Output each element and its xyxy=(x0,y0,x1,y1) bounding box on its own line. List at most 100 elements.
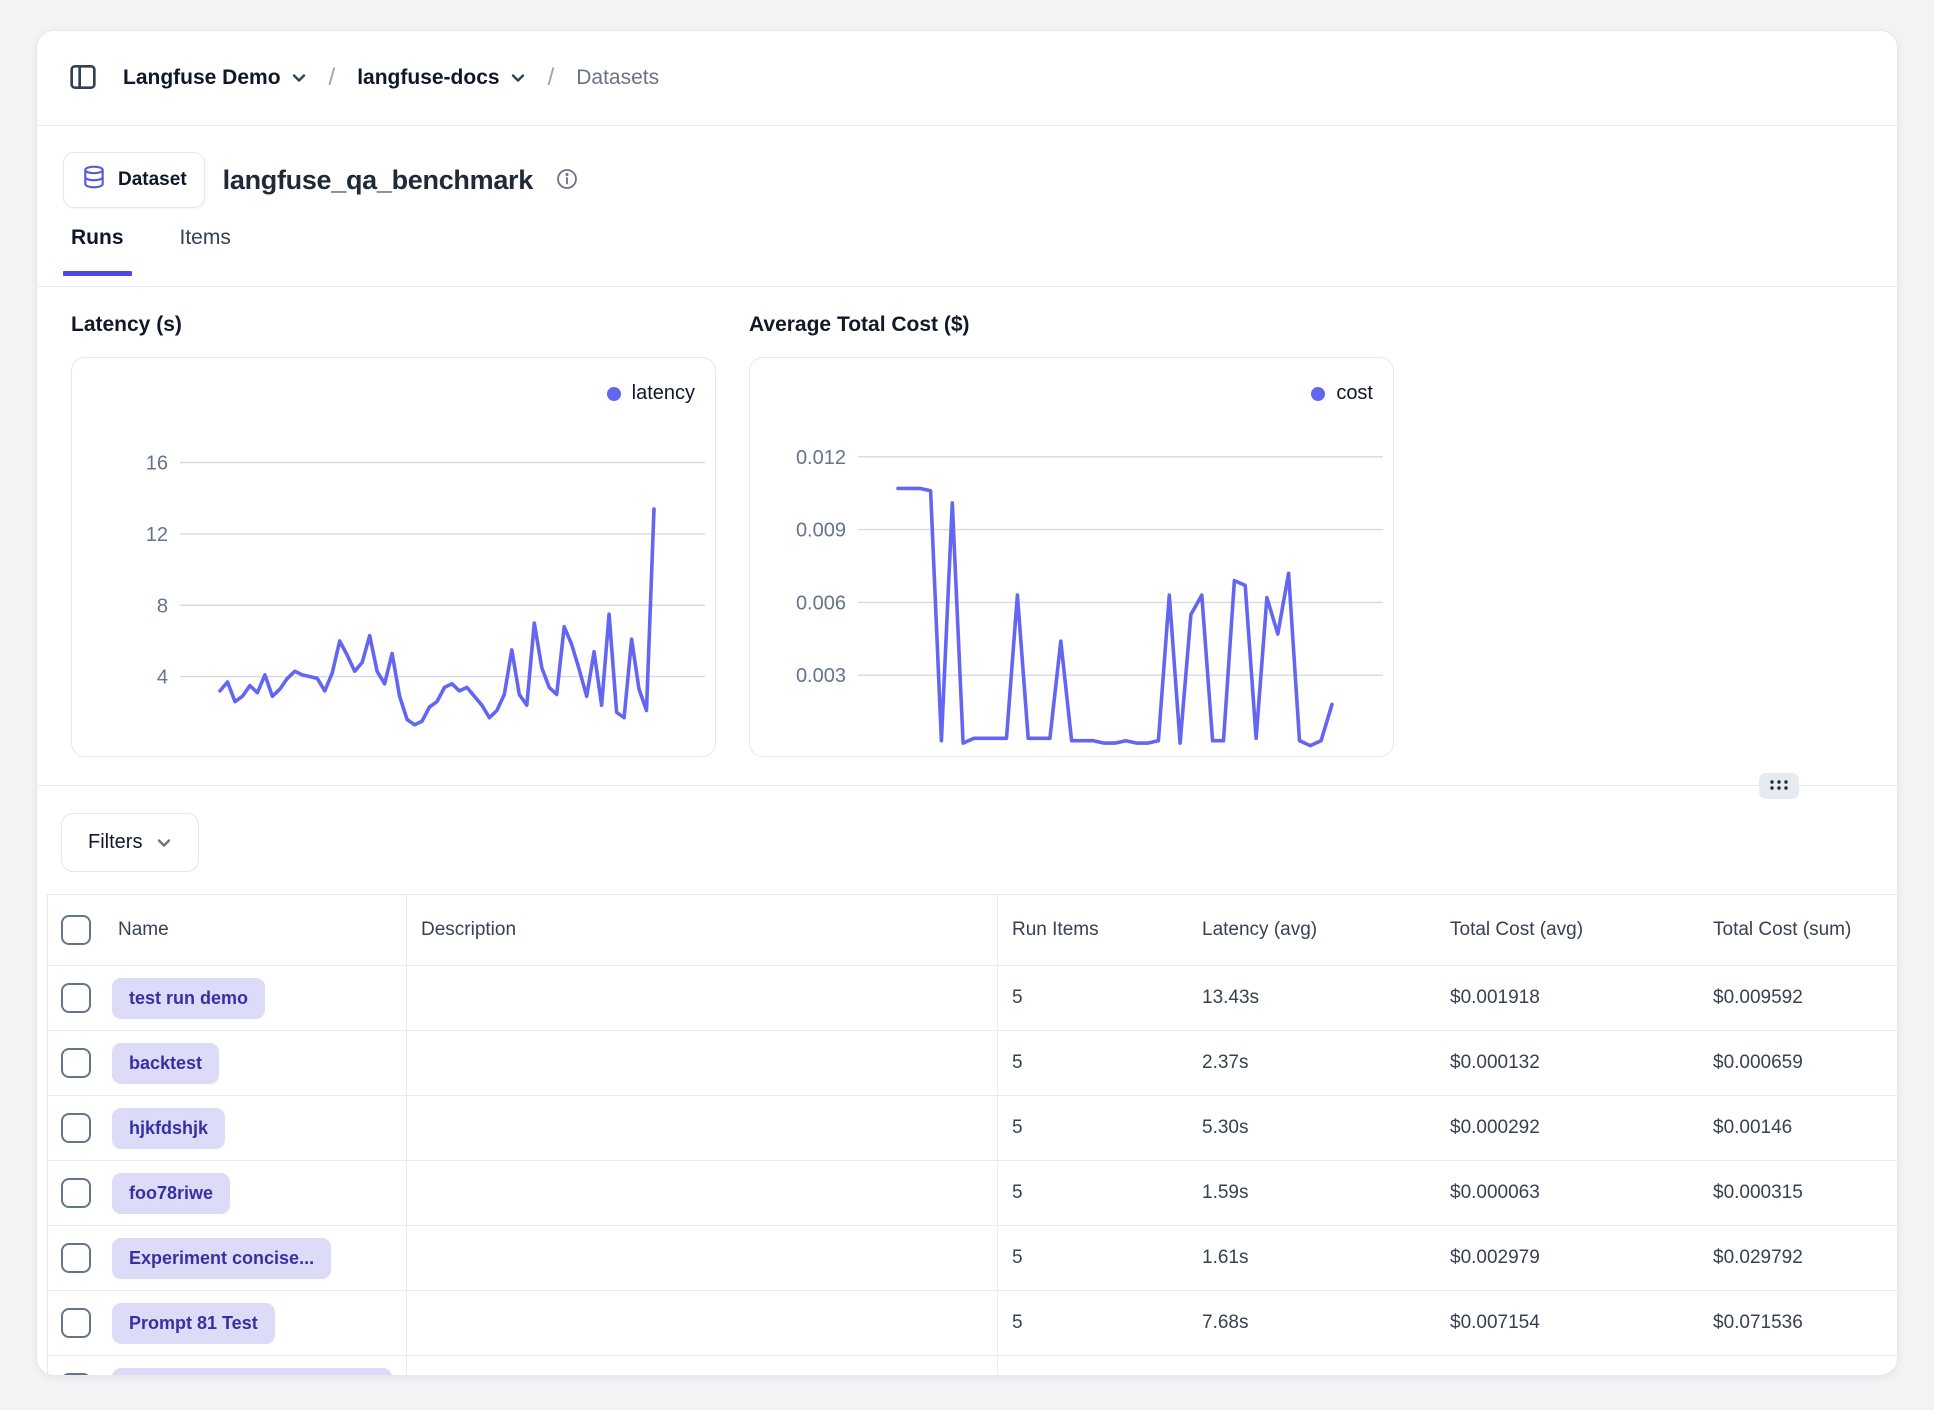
info-icon xyxy=(555,167,579,194)
latency-chart: latency 481216 xyxy=(71,357,716,757)
table-body: test run demo 5 13.43s $0.001918 $0.0095… xyxy=(48,966,1898,1376)
run-name-cell: test run demo xyxy=(104,966,407,1030)
column-header-total-cost-avg[interactable]: Total Cost (avg) xyxy=(1436,895,1699,965)
dataset-badge-label: Dataset xyxy=(118,169,187,191)
svg-text:12: 12 xyxy=(146,524,168,546)
latency-chart-legend: latency xyxy=(607,382,695,405)
breadcrumb-environment-dropdown[interactable]: langfuse-docs xyxy=(357,66,525,90)
chevron-down-icon xyxy=(291,70,307,86)
cost-chart-group: Average Total Cost ($) cost 0.0030.0060.… xyxy=(749,313,1394,757)
row-checkbox[interactable] xyxy=(61,1178,91,1208)
total-cost-avg-cell: $0.002979 xyxy=(1436,1226,1699,1290)
breadcrumb-project-label: Langfuse Demo xyxy=(123,66,281,90)
latency-avg-cell xyxy=(1188,1356,1436,1376)
svg-text:0.003: 0.003 xyxy=(796,665,846,687)
runs-table: Name Description Run Items Latency (avg)… xyxy=(47,894,1898,1376)
run-items-cell: 5 xyxy=(998,1161,1188,1225)
svg-text:0.006: 0.006 xyxy=(796,592,846,614)
latency-avg-cell: 13.43s xyxy=(1188,966,1436,1030)
filters-label: Filters xyxy=(88,831,142,854)
row-checkbox-cell xyxy=(48,1226,104,1290)
run-description-cell xyxy=(407,1356,998,1376)
cost-chart-title: Average Total Cost ($) xyxy=(749,313,1394,337)
sidebar-toggle-button[interactable] xyxy=(63,57,103,100)
column-header-run-items[interactable]: Run Items xyxy=(998,895,1188,965)
total-cost-sum-cell: $0.009592 xyxy=(1699,966,1898,1030)
row-checkbox-cell xyxy=(48,1291,104,1355)
row-checkbox-cell xyxy=(48,1356,104,1376)
select-all-cell xyxy=(48,895,104,965)
run-description-cell xyxy=(407,1096,998,1160)
charts-table-divider xyxy=(37,785,1897,786)
run-name-badge[interactable] xyxy=(112,1368,392,1377)
total-cost-sum-cell: $0.029792 xyxy=(1699,1226,1898,1290)
total-cost-avg-cell: $0.000063 xyxy=(1436,1161,1699,1225)
legend-label: cost xyxy=(1336,382,1373,405)
row-checkbox[interactable] xyxy=(61,1048,91,1078)
column-header-name[interactable]: Name xyxy=(104,895,407,965)
run-name-badge[interactable]: Experiment concise... xyxy=(112,1238,331,1279)
database-icon xyxy=(81,164,107,196)
breadcrumb-separator: / xyxy=(546,64,557,92)
breadcrumb-project-dropdown[interactable]: Langfuse Demo xyxy=(123,66,307,90)
total-cost-sum-cell xyxy=(1699,1356,1898,1376)
table-row: hjkfdshjk 5 5.30s $0.000292 $0.00146 xyxy=(48,1096,1898,1161)
filters-button[interactable]: Filters xyxy=(61,813,199,872)
dataset-info-button[interactable] xyxy=(551,163,583,198)
breadcrumb-page-label: Datasets xyxy=(576,66,659,90)
run-name-cell: Experiment concise... xyxy=(104,1226,407,1290)
legend-dot-icon xyxy=(1311,387,1325,401)
column-header-latency-avg[interactable]: Latency (avg) xyxy=(1188,895,1436,965)
row-checkbox-cell xyxy=(48,1031,104,1095)
svg-text:16: 16 xyxy=(146,453,168,475)
select-all-checkbox[interactable] xyxy=(61,915,91,945)
page-title: langfuse_qa_benchmark xyxy=(223,165,533,196)
row-checkbox[interactable] xyxy=(61,1373,91,1376)
table-row: Experiment concise... 5 1.61s $0.002979 … xyxy=(48,1226,1898,1291)
svg-text:8: 8 xyxy=(157,595,168,617)
charts-section: Latency (s) latency 481216 Average Total… xyxy=(37,287,1897,757)
row-checkbox[interactable] xyxy=(61,1308,91,1338)
total-cost-avg-cell: $0.001918 xyxy=(1436,966,1699,1030)
total-cost-sum-cell: $0.000659 xyxy=(1699,1031,1898,1095)
run-description-cell xyxy=(407,1226,998,1290)
run-name-badge[interactable]: backtest xyxy=(112,1043,219,1084)
tab-items[interactable]: Items xyxy=(172,220,239,286)
filters-row: Filters xyxy=(37,786,1897,872)
chevron-down-icon xyxy=(156,835,172,851)
dataset-type-badge: Dataset xyxy=(63,152,205,208)
latency-avg-cell: 2.37s xyxy=(1188,1031,1436,1095)
run-name-badge[interactable]: test run demo xyxy=(112,978,265,1019)
cost-chart: cost 0.0030.0060.0090.012 xyxy=(749,357,1394,757)
row-checkbox-cell xyxy=(48,1161,104,1225)
row-checkbox[interactable] xyxy=(61,983,91,1013)
chevron-down-icon xyxy=(510,70,526,86)
run-items-cell xyxy=(998,1356,1188,1376)
latency-avg-cell: 1.59s xyxy=(1188,1161,1436,1225)
tab-runs[interactable]: Runs xyxy=(63,220,132,286)
app-window: Langfuse Demo / langfuse-docs / Datasets… xyxy=(36,30,1898,1376)
run-name-badge[interactable]: Prompt 81 Test xyxy=(112,1303,275,1344)
run-name-badge[interactable]: hjkfdshjk xyxy=(112,1108,225,1149)
latency-avg-cell: 1.61s xyxy=(1188,1226,1436,1290)
table-row: Prompt 81 Test 5 7.68s $0.007154 $0.0715… xyxy=(48,1291,1898,1356)
run-name-cell: Prompt 81 Test xyxy=(104,1291,407,1355)
run-items-cell: 5 xyxy=(998,1226,1188,1290)
table-row xyxy=(48,1356,1898,1376)
column-header-description[interactable]: Description xyxy=(407,895,998,965)
total-cost-sum-cell: $0.00146 xyxy=(1699,1096,1898,1160)
grip-dots-icon xyxy=(1768,778,1790,795)
row-checkbox[interactable] xyxy=(61,1113,91,1143)
run-description-cell xyxy=(407,1031,998,1095)
total-cost-sum-cell: $0.000315 xyxy=(1699,1161,1898,1225)
row-checkbox[interactable] xyxy=(61,1243,91,1273)
breadcrumb: Langfuse Demo / langfuse-docs / Datasets xyxy=(37,31,1897,126)
dataset-header: Dataset langfuse_qa_benchmark xyxy=(37,126,1897,204)
table-header-row: Name Description Run Items Latency (avg)… xyxy=(48,895,1898,966)
column-header-total-cost-sum[interactable]: Total Cost (sum) xyxy=(1699,895,1898,965)
legend-dot-icon xyxy=(607,387,621,401)
run-items-cell: 5 xyxy=(998,1291,1188,1355)
run-name-badge[interactable]: foo78riwe xyxy=(112,1173,230,1214)
resize-drag-handle[interactable] xyxy=(1759,773,1799,799)
run-name-cell: backtest xyxy=(104,1031,407,1095)
